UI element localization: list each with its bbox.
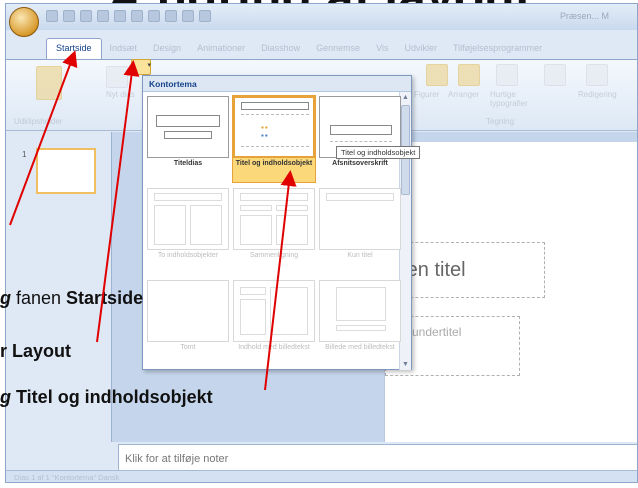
- arrow-titel-og-indholdsobjekt: [264, 170, 297, 391]
- arrow-layout: [96, 60, 140, 343]
- annotation-arrows: [9, 50, 297, 391]
- arrow-startside: [9, 50, 78, 226]
